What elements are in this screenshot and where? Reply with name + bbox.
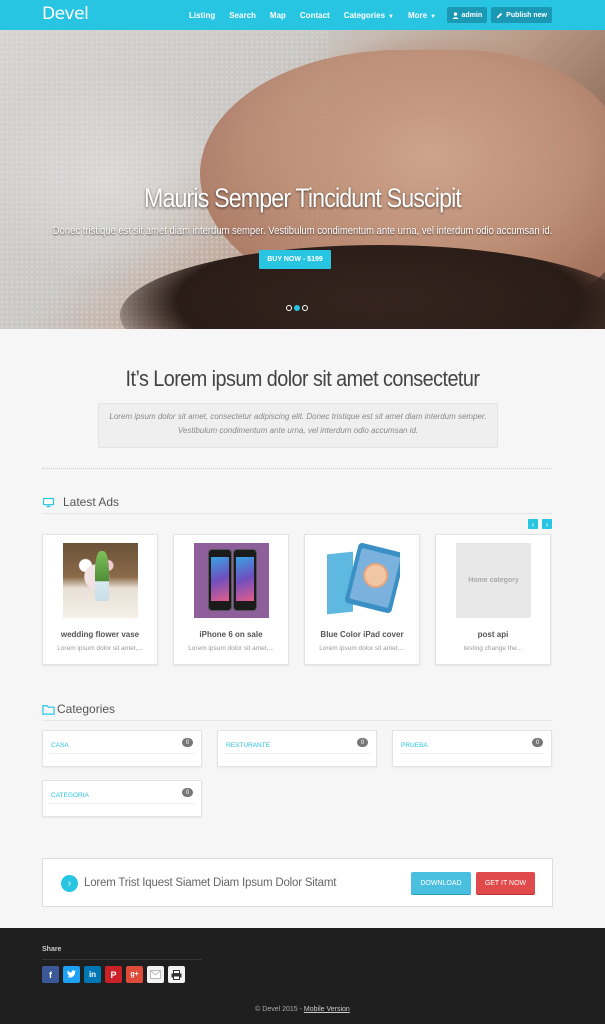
category-name: RESTURANTE [226,742,271,749]
google-plus-icon[interactable]: g+ [126,966,143,983]
ad-card[interactable]: wedding flower vase Lorem ipsum dolor si… [42,534,158,665]
email-icon[interactable] [147,966,164,983]
section-rule [42,720,552,721]
section-rule [42,513,552,514]
social-share-bar: f in P g+ [42,966,185,983]
ad-card[interactable]: Blue Color iPad cover Lorem ipsum dolor … [304,534,420,665]
nav-categories-dropdown[interactable]: Categories ▼ [337,11,401,20]
mobile-version-link[interactable]: Mobile Version [304,1006,350,1013]
ad-title: iPhone 6 on sale [199,630,263,639]
publish-new-button[interactable]: Publish new [491,7,552,23]
nav-categories-label: Categories [343,10,386,20]
brand-logo[interactable]: Devel [42,4,89,24]
nav-more-dropdown[interactable]: More ▼ [401,11,443,20]
chevron-right-circle-icon: › [61,875,78,892]
chevron-left-icon: ‹ [531,519,535,529]
category-count-badge: 0 [357,738,368,747]
ad-description: testing change the... [463,645,523,652]
category-count-badge: 0 [532,738,543,747]
share-label: Share [42,946,62,953]
carousel-next-button[interactable]: › [542,519,552,529]
get-it-now-button[interactable]: GET IT NOW [476,872,535,894]
publish-new-label: Publish new [506,11,547,19]
category-item[interactable]: RESTURANTE 0 [217,730,377,767]
slider-dot-active[interactable] [294,305,300,311]
latest-ads-title: Latest Ads [63,495,120,509]
ad-title: wedding flower vase [60,630,140,639]
user-account-label: admin [461,11,483,19]
hero-subtitle: Donec tristique est sit amet diam interd… [52,225,553,237]
ad-image [325,543,400,618]
category-item[interactable]: PRUEBA 0 [392,730,552,767]
category-name: PRUEBA [401,742,428,749]
navbar: Devel Listing Search Map Contact Categor… [0,0,605,30]
monitor-icon [42,497,55,507]
ad-image [194,543,269,618]
nav-map[interactable]: Map [263,11,293,20]
pinterest-icon[interactable]: P [105,966,122,983]
user-account-button[interactable]: admin [446,7,488,23]
chevron-right-icon: › [545,519,549,529]
category-count-badge: 0 [182,738,193,747]
pencil-icon [496,12,503,18]
user-icon [451,11,459,19]
linkedin-icon[interactable]: in [84,966,101,983]
category-count-badge: 0 [182,788,193,797]
nav-listing[interactable]: Listing [182,11,222,20]
ad-title: Blue Color iPad cover [320,630,404,639]
nav-contact[interactable]: Contact [293,11,337,20]
nav-actions: admin Publish new [446,7,552,23]
hero-title: Mauris Semper Tincidunt Suscipit [143,183,462,213]
ad-title: post api [477,630,509,639]
call-to-action-box: › Lorem Trist Iquest Siamet Diam Ipsum D… [42,858,553,907]
facebook-icon[interactable]: f [42,966,59,983]
footer: Share f in P g+ © Devel 2015 - Mobile Ve… [0,928,605,1024]
slider-indicators [286,305,308,311]
slider-dot[interactable] [286,305,292,311]
categories-title: Categories [57,702,116,716]
ad-card[interactable]: Home category post api testing change th… [435,534,551,665]
category-item[interactable]: CASA 0 [42,730,202,767]
copyright-text: © Devel 2015 - [255,1006,302,1013]
nav-more-label: More [408,10,428,20]
ad-image [63,543,138,618]
ad-card[interactable]: iPhone 6 on sale Lorem ipsum dolor sit a… [173,534,289,665]
print-icon[interactable] [168,966,185,983]
intro-quote: Lorem ipsum dolor sit amet, consectetur … [98,403,498,448]
twitter-icon[interactable] [63,966,80,983]
category-name: CASA [51,742,69,749]
ad-description: Lorem ipsum dolor sit amet,... [188,645,274,652]
category-item[interactable]: CATEGORIA 0 [42,780,202,817]
copyright: © Devel 2015 - Mobile Version [0,1006,605,1013]
divider [42,468,552,469]
ad-description: Lorem ipsum dolor sit amet,... [319,645,405,652]
download-button[interactable]: DOWNLOAD [411,872,471,894]
buy-now-button[interactable]: BUY NOW - $199 [259,250,331,269]
caret-down-icon: ▼ [388,13,394,20]
carousel-prev-button[interactable]: ‹ [528,519,538,529]
main-nav: Listing Search Map Contact Categories ▼ M… [182,0,443,30]
cta-text: Lorem Trist Iquest Siamet Diam Ipsum Dol… [84,877,337,889]
slider-dot[interactable] [302,305,308,311]
caret-down-icon: ▼ [430,13,437,20]
intro-heading: It’s Lorem ipsum dolor sit amet consecte… [125,366,480,391]
hero-slider: Mauris Semper Tincidunt Suscipit Donec t… [0,30,605,329]
latest-ads-heading: Latest Ads [42,495,119,509]
ad-image-placeholder: Home category [456,543,531,618]
ad-description: Lorem ipsum dolor sit amet,... [57,645,143,652]
categories-heading: Categories [42,702,115,716]
folder-icon [42,704,55,715]
nav-search[interactable]: Search [222,11,263,20]
category-name: CATEGORIA [51,792,89,799]
